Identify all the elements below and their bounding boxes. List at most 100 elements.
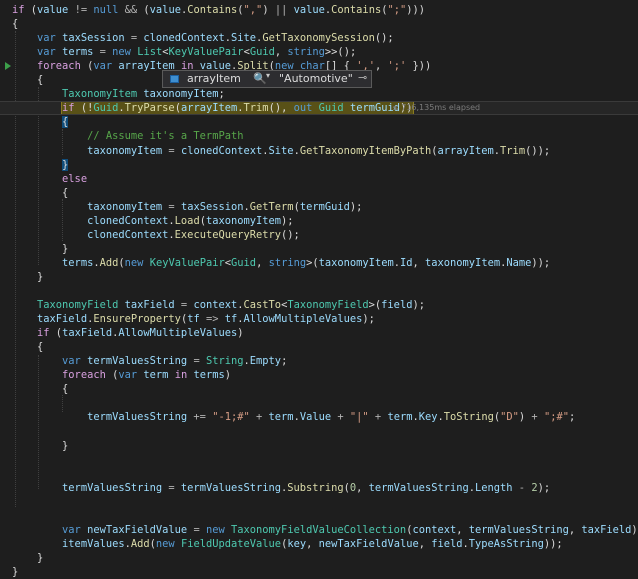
code-line[interactable]: } bbox=[0, 565, 638, 579]
code-line[interactable]: taxonomyItem = taxSession.GetTerm(termGu… bbox=[0, 200, 638, 214]
code-line[interactable]: } bbox=[0, 439, 638, 453]
identifier-token: value bbox=[293, 4, 325, 16]
string-token: "-1;#" bbox=[212, 411, 250, 424]
code-line-content: itemValues.Add(new FieldUpdateValue(key,… bbox=[12, 537, 563, 551]
code-line-content: } bbox=[12, 158, 69, 172]
chevron-down-icon[interactable]: ▾ bbox=[266, 71, 270, 80]
type-token: List bbox=[137, 46, 163, 59]
code-line[interactable]: terms.Add(new KeyValuePair<Guid, string>… bbox=[0, 256, 638, 270]
text-token: , bbox=[568, 523, 582, 536]
text-token: , bbox=[412, 256, 426, 269]
code-line[interactable]: var newTaxFieldValue = new TaxonomyField… bbox=[0, 523, 638, 537]
code-line[interactable]: var termValuesString = String.Empty; bbox=[0, 354, 638, 368]
code-line[interactable] bbox=[0, 509, 638, 523]
code-line[interactable]: { bbox=[0, 115, 638, 129]
type-token: FieldUpdateValue bbox=[180, 537, 282, 550]
search-icon[interactable]: 🔍 bbox=[253, 72, 267, 85]
control-keyword-token: if bbox=[37, 327, 50, 340]
code-line-content: foreach (var term in terms) bbox=[12, 368, 231, 382]
code-line-content: termValuesString = termValuesString.Subs… bbox=[12, 481, 550, 495]
control-keyword-token: foreach bbox=[37, 60, 81, 73]
keyword-token: var bbox=[118, 369, 138, 382]
control-keyword-token: foreach bbox=[62, 369, 106, 382]
identifier-token: termValuesString bbox=[87, 355, 188, 368]
identifier-token: TypeAsString bbox=[468, 537, 544, 550]
text-token: })) bbox=[406, 60, 432, 73]
code-line[interactable]: if (value != null && (value.Contains(","… bbox=[0, 3, 638, 17]
operator-token: != bbox=[68, 4, 94, 16]
code-line[interactable]: { bbox=[0, 340, 638, 354]
code-line[interactable]: if (taxField.AllowMultipleValues) bbox=[0, 326, 638, 340]
operator-token: = bbox=[93, 46, 113, 59]
code-line[interactable]: termValuesString += "-1;#" + term.Value … bbox=[0, 410, 638, 424]
text-token: ; bbox=[281, 355, 288, 368]
text-token: { bbox=[12, 74, 44, 87]
code-line[interactable]: itemValues.Add(new FieldUpdateValue(key,… bbox=[0, 537, 638, 551]
identifier-token: taxSession bbox=[180, 200, 244, 213]
code-line-content: taxField.EnsureProperty(tf => tf.AllowMu… bbox=[12, 312, 375, 326]
text-token: , bbox=[374, 60, 388, 73]
datatip-value[interactable]: "Automotive" bbox=[279, 72, 353, 85]
code-line[interactable]: TaxonomyField taxField = context.CastTo<… bbox=[0, 298, 638, 312]
keyword-token: var bbox=[93, 60, 113, 73]
code-line[interactable]: } bbox=[0, 551, 638, 565]
code-line[interactable]: TaxonomyItem taxonomyItem; bbox=[0, 87, 638, 101]
code-line[interactable] bbox=[0, 453, 638, 467]
code-line[interactable]: // Assume it's a TermPath bbox=[0, 129, 638, 143]
operator-token: = bbox=[187, 355, 206, 368]
method-token: Add bbox=[130, 537, 150, 550]
code-line[interactable]: { bbox=[0, 382, 638, 396]
perftip-elapsed[interactable]: ≤ 716,135ms elapsed bbox=[392, 101, 480, 115]
code-line[interactable]: if (!Guid.TryParse(arrayItem.Trim(), out… bbox=[0, 101, 638, 116]
code-line[interactable] bbox=[0, 495, 638, 509]
code-line[interactable]: var taxSession = clonedContext.Site.GetT… bbox=[0, 31, 638, 45]
code-line[interactable]: foreach (var term in terms) bbox=[0, 368, 638, 382]
code-line-content: { bbox=[12, 382, 68, 396]
method-token: Add bbox=[99, 256, 119, 269]
code-line[interactable] bbox=[0, 425, 638, 439]
code-line[interactable] bbox=[0, 467, 638, 481]
text-token: ) bbox=[262, 4, 275, 16]
string-token: "D" bbox=[500, 411, 519, 424]
code-line[interactable]: { bbox=[0, 186, 638, 200]
text-token: { bbox=[12, 341, 44, 354]
keyword-token: out bbox=[293, 102, 313, 115]
code-line[interactable] bbox=[0, 396, 638, 410]
identifier-token: AllowMultipleValues bbox=[118, 327, 238, 340]
code-line[interactable]: termValuesString = termValuesString.Subs… bbox=[0, 481, 638, 495]
code-line[interactable]: clonedContext.ExecuteQueryRetry(); bbox=[0, 228, 638, 242]
code-line[interactable]: var terms = new List<KeyValuePair<Guid, … bbox=[0, 45, 638, 59]
code-line[interactable] bbox=[0, 284, 638, 298]
datatip[interactable]: arrayItem 🔍 ▾ "Automotive" ⊸ bbox=[162, 70, 372, 88]
code-line[interactable]: else bbox=[0, 172, 638, 186]
text-token: , bbox=[456, 523, 469, 536]
code-line[interactable]: clonedContext.Load(taxonomyItem); bbox=[0, 214, 638, 228]
identifier-token: taxonomyItem bbox=[87, 144, 163, 157]
code-line[interactable]: taxField.EnsureProperty(tf => tf.AllowMu… bbox=[0, 312, 638, 326]
code-line[interactable]: } bbox=[0, 158, 638, 172]
method-token: ExecuteQueryRetry bbox=[174, 228, 282, 241]
code-line[interactable]: taxonomyItem = clonedContext.Site.GetTax… bbox=[0, 144, 638, 158]
code-line-content: { bbox=[12, 115, 69, 129]
code-editor[interactable]: if (value != null && (value.Contains(","… bbox=[0, 0, 638, 578]
pin-icon[interactable]: ⊸ bbox=[358, 71, 367, 84]
keyword-token: var bbox=[37, 46, 56, 59]
text-token: ( bbox=[80, 60, 94, 73]
identifier-token: arrayItem bbox=[180, 102, 238, 115]
code-line[interactable]: } bbox=[0, 242, 638, 256]
identifier-token: termValuesString bbox=[62, 481, 163, 494]
code-line[interactable]: { bbox=[0, 17, 638, 31]
code-line[interactable]: } bbox=[0, 270, 638, 284]
text-token: (); bbox=[374, 32, 394, 45]
identifier-token: taxField bbox=[37, 313, 88, 326]
identifier-token: terms bbox=[193, 369, 225, 382]
text-token: ); bbox=[362, 313, 375, 326]
code-line-content: clonedContext.Load(taxonomyItem); bbox=[12, 214, 293, 228]
type-token: Guid bbox=[93, 102, 119, 115]
